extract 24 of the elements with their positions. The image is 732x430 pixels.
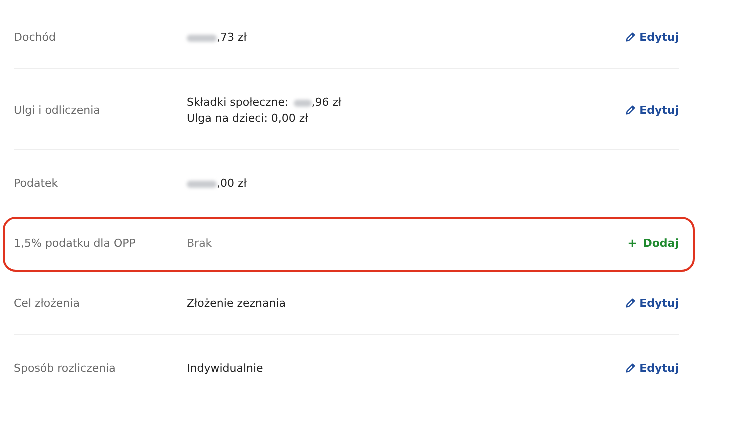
field-label: Sposób rozliczenia [14, 361, 117, 377]
field-value: Ulga na dzieci: 0,00 zł [187, 111, 308, 127]
field-value: Brak [187, 236, 212, 252]
field-label: 1,5% podatku dla OPP [14, 236, 137, 252]
plus-icon [628, 239, 638, 248]
edit-link[interactable]: Edytuj [624, 362, 679, 374]
pencil-icon [624, 362, 636, 374]
field-label: Dochód [14, 30, 57, 46]
field-value: Złożenie zeznania [187, 296, 286, 312]
field-label: Podatek [14, 176, 60, 192]
field-value: Składki społeczne: [187, 95, 289, 111]
edit-link[interactable]: Edytuj [624, 104, 679, 116]
edit-link[interactable]: Edytuj [624, 296, 679, 310]
field-value: ,00 zł [217, 176, 247, 192]
field-value: Indywidualnie [187, 361, 264, 377]
field-value: ,96 zł [312, 95, 342, 111]
field-label: Cel złożenia [14, 296, 81, 312]
add-link[interactable]: Dodaj [628, 237, 679, 250]
pencil-icon [624, 32, 636, 42]
field-label: Ulgi i odliczenia [14, 103, 102, 119]
pencil-icon [624, 104, 636, 116]
field-value: ,73 zł [217, 30, 247, 46]
edit-link[interactable]: Edytuj [624, 30, 679, 44]
pencil-icon [624, 298, 636, 308]
